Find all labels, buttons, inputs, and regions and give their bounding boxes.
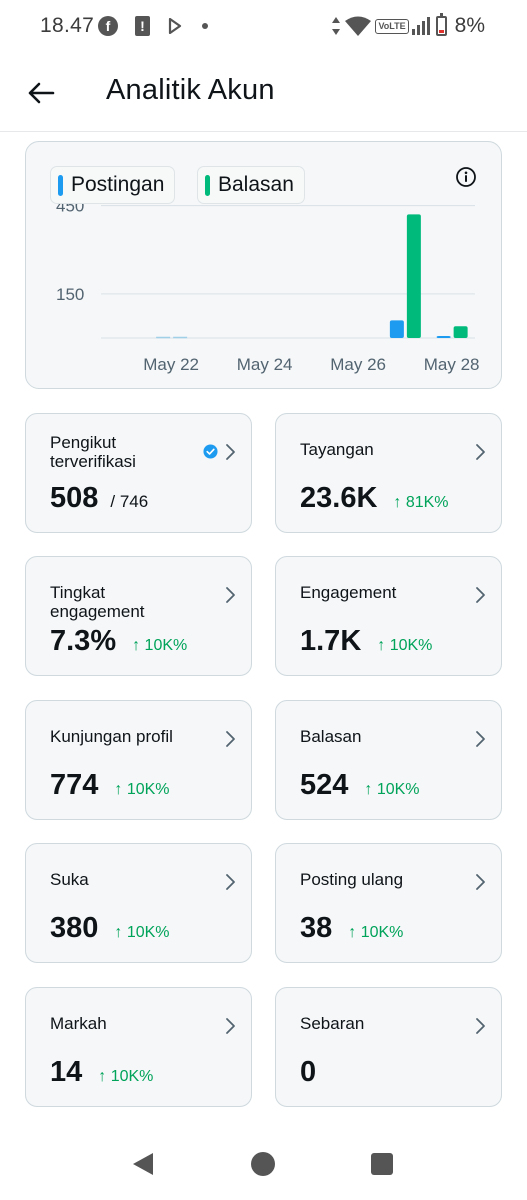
- stat-change: ↑ 10K%: [132, 637, 188, 654]
- status-time: 18.47: [40, 14, 95, 37]
- stat-change: ↑ 10K%: [377, 637, 433, 654]
- stat-card-markah[interactable]: Markah 14 ↑ 10K%: [25, 987, 252, 1107]
- stat-value-row: 14 ↑ 10K%: [50, 1056, 153, 1089]
- legend-swatch-postingan: [58, 174, 63, 196]
- x-tick-label: May 22: [143, 355, 199, 374]
- stat-value: 38: [300, 912, 333, 944]
- stat-change: ↑ 10K%: [98, 1068, 154, 1085]
- stat-card-engagement[interactable]: Engagement 1.7K ↑ 10K%: [275, 556, 502, 676]
- signal-icon: [411, 17, 430, 35]
- wifi-icon: [345, 16, 372, 36]
- bar-balasan[interactable]: [406, 214, 421, 338]
- stat-value: 14: [50, 1056, 83, 1088]
- stat-value-row: 23.6K ↑ 81K%: [300, 482, 449, 515]
- stat-value: 380: [50, 912, 99, 944]
- back-button[interactable]: [22, 74, 60, 112]
- stat-card-kunjungan-profil[interactable]: Kunjungan profil 774 ↑ 10K%: [25, 700, 252, 820]
- stat-value: 23.6K: [300, 482, 378, 514]
- stat-card-tingkat-engagement[interactable]: Tingkat engagement 7.3% ↑ 10K%: [25, 556, 252, 676]
- dot-icon: [202, 23, 208, 29]
- stat-value-row: 508 / 746: [50, 482, 148, 515]
- x-tick-label: May 24: [237, 355, 293, 374]
- stat-value: 774: [50, 769, 99, 801]
- chevron-right-icon: [226, 731, 235, 747]
- chevron-right-icon: [476, 1018, 485, 1034]
- chevron-right-icon: [476, 587, 485, 603]
- facebook-icon: f: [98, 16, 118, 36]
- stat-change: ↑ 10K%: [364, 781, 420, 798]
- stat-value: 7.3%: [50, 625, 117, 657]
- verified-badge-icon: [203, 444, 218, 459]
- legend-postingan[interactable]: Postingan: [50, 166, 176, 204]
- legend-swatch-balasan: [205, 174, 210, 196]
- chart-card: 450 150 May 22 May 24 May 26 May 28 Postingan…: [25, 141, 502, 389]
- stat-sub: / 746: [110, 492, 149, 511]
- stat-label: Tingkat engagement: [50, 583, 145, 621]
- y-tick-label: 150: [56, 285, 84, 304]
- legend-balasan[interactable]: Balasan: [197, 166, 305, 204]
- app-header: Analitik Akun: [0, 54, 527, 132]
- stat-value-row: 380 ↑ 10K%: [50, 912, 170, 945]
- volte-icon: VoLTE: [375, 18, 409, 34]
- arrow-left-icon: [28, 82, 55, 104]
- chevron-right-icon: [476, 874, 485, 890]
- stat-change: ↑ 81K%: [393, 494, 449, 511]
- stat-label: Sebaran: [300, 1014, 365, 1033]
- stat-label: Pengikut terverifikasi: [50, 433, 136, 471]
- system-nav-bar: [0, 1130, 527, 1200]
- stat-value: 508: [50, 482, 99, 514]
- legend-label-balasan: Balasan: [218, 173, 294, 196]
- stat-label: Balasan: [300, 727, 362, 746]
- stat-value: 524: [300, 769, 349, 801]
- page-title: Analitik Akun: [106, 74, 275, 106]
- bar-balasan[interactable]: [453, 326, 468, 338]
- chevron-right-icon: [226, 444, 235, 460]
- chevron-right-icon: [476, 731, 485, 747]
- chevron-right-icon: [476, 444, 485, 460]
- stat-card-tayangan[interactable]: Tayangan 23.6K ↑ 81K%: [275, 413, 502, 533]
- chevron-right-icon: [226, 1018, 235, 1034]
- stat-label: Engagement: [300, 583, 397, 602]
- stat-value-row: 0: [300, 1056, 316, 1089]
- chevron-right-icon: [226, 587, 235, 603]
- x-tick-label: May 28: [424, 355, 480, 374]
- stat-change: ↑ 10K%: [114, 781, 170, 798]
- stat-value-row: 774 ↑ 10K%: [50, 769, 170, 802]
- stat-card-sebaran[interactable]: Sebaran 0: [275, 987, 502, 1107]
- stat-value-row: 1.7K ↑ 10K%: [300, 625, 432, 658]
- info-icon[interactable]: [455, 166, 477, 188]
- stat-value-row: 38 ↑ 10K%: [300, 912, 403, 945]
- stat-change: ↑ 10K%: [348, 924, 404, 941]
- status-right-group: VoLTE 8%: [331, 13, 485, 38]
- stat-card-suka[interactable]: Suka 380 ↑ 10K%: [25, 843, 252, 963]
- recents-square-icon[interactable]: [371, 1153, 393, 1175]
- back-triangle-icon[interactable]: [132, 1152, 154, 1176]
- stat-change: ↑ 10K%: [114, 924, 170, 941]
- stat-value-row: 524 ↑ 10K%: [300, 769, 420, 802]
- legend-label-postingan: Postingan: [71, 173, 165, 196]
- chevron-right-icon: [226, 874, 235, 890]
- stat-card-posting-ulang[interactable]: Posting ulang 38 ↑ 10K%: [275, 843, 502, 963]
- stat-label: Kunjungan profil: [50, 727, 173, 746]
- alert-icon: !: [135, 16, 150, 36]
- home-circle-icon[interactable]: [251, 1152, 275, 1176]
- stat-label: Posting ulang: [300, 870, 404, 889]
- data-arrows-icon: [332, 17, 341, 35]
- x-tick-label: May 26: [330, 355, 386, 374]
- stat-value: 1.7K: [300, 625, 362, 657]
- stat-value-row: 7.3% ↑ 10K%: [50, 625, 187, 658]
- stat-card-balasan[interactable]: Balasan 524 ↑ 10K%: [275, 700, 502, 820]
- stat-value: 0: [300, 1056, 317, 1088]
- battery-icon: [435, 13, 447, 36]
- stat-card-pengikut-terverifikasi[interactable]: Pengikut terverifikasi 508 / 746: [25, 413, 252, 533]
- stat-label: Tayangan: [300, 440, 374, 459]
- bar-postingan[interactable]: [389, 320, 404, 338]
- battery-percent: 8%: [454, 14, 485, 37]
- stat-label: Markah: [50, 1014, 107, 1033]
- stat-label: Suka: [50, 870, 89, 889]
- status-bar: 18.47 f ! VoLTE 8%: [0, 0, 527, 54]
- bar-postingan[interactable]: [436, 336, 451, 338]
- play-icon: [168, 18, 182, 34]
